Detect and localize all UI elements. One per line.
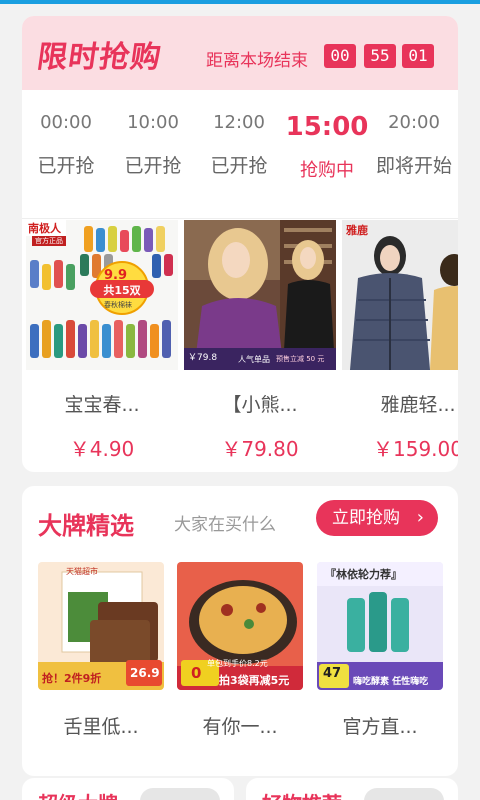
bottom-card-title: 超级大牌 [38,788,118,800]
session-tab-2000[interactable]: 20:00 即将开始 [367,90,458,178]
brand-picks-title: 大牌精选 [38,512,134,540]
product-name: 【小熊... [222,394,298,416]
status-bar-strip [0,0,480,4]
product-price: ￥159.00 [373,437,458,461]
bottom-card-left[interactable]: 超级大牌 [22,778,234,800]
session-tab-1000[interactable]: 10:00 已开抢 [108,90,198,178]
badge-text: 共15双 [103,284,141,297]
brand-product-card[interactable]: 『林依轮力荐』 47 嗨吃酵素 任性嗨吃 官方直... [317,562,443,739]
store-tag: 天猫超市 [66,567,98,576]
session-time: 15:00 [285,112,369,142]
product-image-noodles[interactable]: 单包到手价8.2元 拍3袋再减5元 0 [177,562,303,690]
flash-product-card[interactable]: ￥79.8 人气单品 预售立减 50 元 【小熊... ￥79.80 [184,220,336,462]
brand-picks-subtitle: 大家在买什么 [174,515,276,535]
bottom-card-pill[interactable] [364,788,444,800]
product-name: 雅鹿轻... [380,394,456,416]
buy-now-button[interactable]: 立即抢购 › [316,500,438,536]
promo-price: 26.9 [130,666,160,680]
product-image-sweater[interactable]: ￥79.8 人气单品 预售立减 50 元 [184,220,336,370]
bottom-card-pill[interactable] [140,788,220,800]
divider [22,218,458,219]
jacket-illustration [342,220,458,370]
tag-popular: 人气单品 [238,355,270,364]
brand-product-card[interactable]: 天猫超市 抢！2件9折 26.9 舌里低... [38,562,164,739]
flash-sale-logo: 限时抢购 [35,40,164,75]
brand-product-card[interactable]: 单包到手价8.2元 拍3袋再减5元 0 有你一... [177,562,303,739]
badge-price: 9.9 [104,268,128,283]
product-price: ￥79.80 [221,437,299,461]
product-name: 舌里低... [63,716,139,738]
brand-label: 南极人 [28,222,61,235]
brand-label: 雅鹿 [346,224,368,237]
flash-product-card[interactable]: 南极人 官方正品 9.9 共15双 春秋棉袜 宝宝春... ￥4.90 [26,220,178,462]
countdown-label: 距离本场结束 [206,51,308,71]
brand-picks-card: 大牌精选 大家在买什么 立即抢购 › 天猫超市 抢！2件9折 26.9 舌里低.… [22,486,458,776]
session-time: 10:00 [127,112,179,133]
promo-text: 拍3袋再减5元 [219,674,290,687]
product-image-socks[interactable]: 南极人 官方正品 9.9 共15双 春秋棉袜 [26,220,178,370]
buy-now-label: 立即抢购 [332,508,400,528]
tag-presale: 预售立减 50 元 [276,355,325,363]
bottom-card-right[interactable]: 好物推荐 [246,778,458,800]
sweater-illustration [184,220,336,370]
product-name: 有你一... [202,716,278,738]
promo-price: 47 [323,666,342,681]
chevron-right-icon: › [416,507,424,528]
countdown-hours: 00 [324,44,356,68]
product-price: ￥4.90 [69,437,135,461]
session-tab-0000[interactable]: 00:00 已开抢 [22,90,111,178]
bottom-card-title: 好物推荐 [262,788,342,800]
flash-product-card[interactable]: 雅鹿 雅鹿轻... ￥159.00 [342,220,458,462]
session-time: 20:00 [388,112,440,133]
product-name: 官方直... [342,716,418,738]
product-image-enzyme[interactable]: 『林依轮力荐』 47 嗨吃酵素 任性嗨吃 [317,562,443,690]
price-tag: ￥79.8 [188,353,218,363]
product-name: 宝宝春... [64,394,140,416]
badge-sub: 春秋棉袜 [104,301,132,309]
session-status: 抢购中 [300,160,354,181]
official-tag: 官方正品 [32,236,66,246]
session-tab-1200[interactable]: 12:00 已开抢 [194,90,284,178]
product-image-bread[interactable]: 天猫超市 抢！2件9折 26.9 [38,562,164,690]
promo-sub: 单包到手价8.2元 [207,659,268,668]
product-title: 『林依轮力荐』 [325,568,402,581]
session-status: 已开抢 [124,155,182,177]
session-status: 即将开始 [375,155,452,177]
session-status: 已开抢 [37,155,95,177]
countdown-seconds: 01 [402,44,434,68]
session-time: 12:00 [213,112,265,133]
promo-price: 0 [191,664,202,682]
promo-text: 抢！2件9折 [42,672,102,685]
session-status: 已开抢 [210,155,268,177]
flash-sale-header: 限时抢购 距离本场结束 00 55 01 [22,16,458,90]
promo-text: 嗨吃酵素 任性嗨吃 [353,677,429,687]
session-tab-1500[interactable]: 15:00 抢购中 [282,90,372,182]
flash-sale-card: 限时抢购 距离本场结束 00 55 01 00:00 已开抢 10:00 已开抢… [22,16,458,472]
session-tabs: 00:00 已开抢 10:00 已开抢 12:00 已开抢 15:00 抢购中 … [22,90,458,218]
product-image-jacket[interactable]: 雅鹿 [342,220,458,370]
session-time: 00:00 [40,112,92,133]
countdown-minutes: 55 [364,44,396,68]
